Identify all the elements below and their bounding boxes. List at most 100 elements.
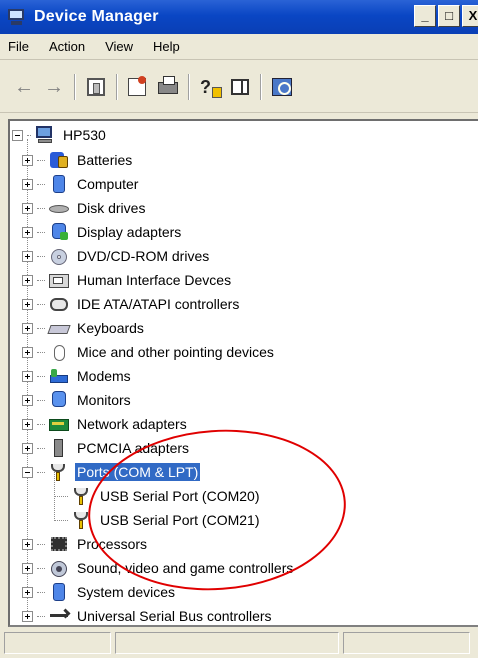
menu-file[interactable]: File — [8, 39, 29, 54]
expand-toggle[interactable] — [22, 394, 33, 406]
expand-toggle[interactable] — [22, 250, 33, 262]
menu-help[interactable]: Help — [153, 39, 180, 54]
menu-view[interactable]: View — [105, 39, 133, 54]
toolbar-separator — [116, 73, 118, 100]
window-title: Device Manager — [34, 8, 159, 25]
expand-toggle[interactable] — [22, 442, 33, 454]
tree-item-monitors[interactable]: Monitors — [22, 388, 133, 412]
menu-bar: File Action View Help — [0, 34, 478, 60]
expand-toggle[interactable] — [22, 586, 33, 598]
sound-icon — [48, 558, 70, 578]
tree-item-mice-and-other-pointing-devices[interactable]: Mice and other pointing devices — [22, 340, 276, 364]
tree-connector — [37, 375, 45, 377]
tree-item-ports-com-lpt[interactable]: Ports (COM & LPT) — [22, 460, 201, 484]
tree-connector — [54, 519, 68, 521]
network-adapter-icon — [48, 414, 70, 434]
tree-connector — [54, 495, 68, 497]
title-bar[interactable]: Device Manager _ □ X — [0, 0, 478, 34]
tree-item-usb-serial-port-com20[interactable]: USB Serial Port (COM20) — [54, 484, 261, 508]
port-icon — [48, 462, 70, 482]
show-hide-pane-icon[interactable] — [228, 75, 252, 99]
tree-item-system-devices[interactable]: System devices — [22, 580, 177, 604]
tree-item-label: System devices — [77, 584, 176, 600]
back-arrow-icon[interactable]: ← — [12, 75, 36, 99]
tree-connector — [37, 327, 45, 329]
tree-root-label: HP530 — [63, 127, 106, 143]
console-tree-icon[interactable] — [84, 75, 108, 99]
tree-item-label: PCMCIA adapters — [77, 440, 190, 456]
tree-item-label: DVD/CD-ROM drives — [77, 248, 210, 264]
tree-item-label: USB Serial Port (COM20) — [100, 488, 260, 504]
expand-toggle[interactable] — [22, 562, 33, 574]
collapse-toggle[interactable] — [22, 466, 33, 478]
device-tree[interactable]: HP530 Batteries Computer Disk drives Displa… — [8, 119, 478, 627]
expand-toggle[interactable] — [22, 418, 33, 430]
menu-action[interactable]: Action — [49, 39, 85, 54]
expand-toggle[interactable] — [22, 178, 33, 190]
expand-toggle[interactable] — [22, 274, 33, 286]
tree-item-network-adapters[interactable]: Network adapters — [22, 412, 189, 436]
computer-icon — [48, 174, 70, 194]
help-icon[interactable]: ? — [198, 75, 222, 99]
tree-connector — [37, 303, 45, 305]
tree-item-label: USB Serial Port (COM21) — [100, 512, 260, 528]
expand-toggle[interactable] — [22, 346, 33, 358]
print-icon[interactable] — [156, 75, 180, 99]
properties-icon[interactable] — [126, 75, 150, 99]
monitor-icon — [48, 390, 70, 410]
expand-toggle[interactable] — [22, 322, 33, 334]
tree-item-ide-ata-atapi-controllers[interactable]: IDE ATA/ATAPI controllers — [22, 292, 241, 316]
tree-connector — [37, 207, 45, 209]
status-bar — [0, 628, 478, 658]
maximize-button[interactable]: □ — [438, 5, 460, 27]
computer-icon — [34, 125, 56, 145]
dvd-drive-icon — [48, 246, 70, 266]
tree-item-label: Human Interface Devces — [77, 272, 232, 288]
battery-icon — [48, 150, 70, 170]
tree-item-label: Universal Serial Bus controllers — [77, 608, 272, 624]
toolbar-separator — [74, 73, 76, 100]
tree-item-label: Batteries — [77, 152, 133, 168]
tree-item-label: Mice and other pointing devices — [77, 344, 274, 360]
tree-item-disk-drives[interactable]: Disk drives — [22, 196, 147, 220]
tree-item-dvd-cd-rom-drives[interactable]: DVD/CD-ROM drives — [22, 244, 211, 268]
close-button[interactable]: X — [462, 5, 478, 27]
expand-toggle[interactable] — [22, 298, 33, 310]
tree-root[interactable]: HP530 — [12, 123, 108, 147]
tree-connector — [37, 423, 45, 425]
expand-toggle[interactable] — [22, 226, 33, 238]
tree-connector — [37, 399, 45, 401]
expand-toggle[interactable] — [22, 202, 33, 214]
tree-item-processors[interactable]: Processors — [22, 532, 149, 556]
forward-arrow-icon[interactable]: → — [42, 75, 66, 99]
tree-item-usb-serial-port-com21[interactable]: USB Serial Port (COM21) — [54, 508, 261, 532]
hid-icon — [48, 270, 70, 290]
expand-toggle[interactable] — [22, 370, 33, 382]
tree-item-label: Disk drives — [77, 200, 146, 216]
status-pane — [343, 632, 470, 654]
ide-controller-icon — [48, 294, 70, 314]
expand-toggle[interactable] — [22, 538, 33, 550]
tree-item-batteries[interactable]: Batteries — [22, 148, 134, 172]
tree-item-label: Ports (COM & LPT) — [75, 463, 201, 481]
expand-toggle[interactable] — [22, 610, 33, 622]
usb-icon — [48, 606, 71, 626]
tree-item-sound-video-and-game-controllers[interactable]: Sound, video and game controllers — [22, 556, 295, 580]
tree-item-human-interface-devces[interactable]: Human Interface Devces — [22, 268, 233, 292]
device-manager-icon — [6, 8, 28, 26]
minimize-button[interactable]: _ — [414, 5, 436, 27]
tree-item-display-adapters[interactable]: Display adapters — [22, 220, 183, 244]
tree-item-label: Network adapters — [77, 416, 187, 432]
expand-toggle[interactable] — [22, 154, 33, 166]
collapse-toggle[interactable] — [12, 129, 23, 141]
processor-icon — [48, 534, 70, 554]
scan-hardware-icon[interactable] — [270, 75, 294, 99]
tree-item-computer[interactable]: Computer — [22, 172, 140, 196]
tree-item-modems[interactable]: Modems — [22, 364, 133, 388]
tree-connector — [37, 231, 45, 233]
tree-item-universal-serial-bus-controllers[interactable]: Universal Serial Bus controllers — [22, 604, 274, 628]
tree-item-pcmcia-adapters[interactable]: PCMCIA adapters — [22, 436, 191, 460]
tree-item-label: Modems — [77, 368, 131, 384]
tree-item-keyboards[interactable]: Keyboards — [22, 316, 146, 340]
tree-connector — [27, 134, 31, 136]
